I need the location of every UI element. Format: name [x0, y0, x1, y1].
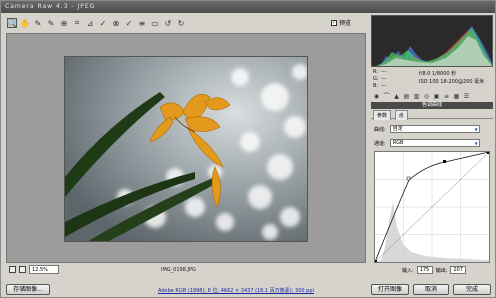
tone-curve-graph[interactable] — [374, 151, 490, 263]
presets-icon[interactable]: ≡ — [443, 93, 450, 100]
tone-curve-panel-icon[interactable]: ⌒ — [383, 93, 390, 100]
zoom-in-icon[interactable] — [19, 266, 26, 273]
info-readout: R: --- G: --- B: --- f/8.0 1/8000 秒 ISO … — [371, 68, 493, 90]
flower-photo — [65, 57, 307, 241]
done-button[interactable]: 完成 — [453, 284, 491, 295]
input-output-fields: 输入: 175 输出: 207 — [374, 265, 490, 275]
detail-panel-icon[interactable]: ▲ — [393, 93, 400, 100]
file-name: IMG_0198.JPG — [161, 267, 196, 273]
output-label: 输出: — [435, 267, 448, 274]
output-field[interactable]: 207 — [450, 266, 467, 274]
window-title: Camera Raw 4.3 - JPEG — [1, 1, 495, 13]
zoom-select[interactable]: 12.5% — [29, 265, 59, 274]
toolbar: 🔍 ✋ ✎ ✎ ⊕ ⌗ ⊿ ✓ ⊗ ✓ ≡ ▭ ↺ ↻ — [4, 15, 366, 31]
curve-select[interactable]: 自定 — [389, 125, 480, 133]
basic-panel-icon[interactable]: ◉ — [373, 93, 380, 100]
spot-removal-tool-icon[interactable]: ✓ — [98, 18, 108, 28]
b-value: --- — [381, 83, 387, 89]
panel-tabs-icons: ◉ ⌒ ▲ ▤ ▥ ◎ ▣ ≡ ▦ ☰ — [371, 91, 493, 101]
white-balance-tool-icon[interactable]: ✎ — [33, 18, 43, 28]
preferences-icon[interactable]: ▭ — [150, 18, 160, 28]
workflow-options-link[interactable]: Adobe RGB (1998); 8 位; 4662 × 3437 (16.1… — [158, 287, 314, 294]
r-value: --- — [381, 69, 387, 75]
straighten-tool-icon[interactable]: ⊿ — [85, 18, 95, 28]
snapshots-icon[interactable]: ▦ — [453, 93, 460, 100]
open-image-button[interactable]: 打开图像 — [371, 284, 409, 295]
adjust-brush-icon[interactable]: ✓ — [124, 18, 134, 28]
tab-point[interactable]: 点 — [394, 110, 408, 120]
color-sampler-tool-icon[interactable]: ✎ — [46, 18, 56, 28]
r-label: R: — [373, 69, 379, 75]
targeted-adjust-tool-icon[interactable]: ⊕ — [59, 18, 69, 28]
curve-field: 曲线: 自定 — [374, 125, 480, 133]
channel-select[interactable]: RGB — [389, 139, 480, 147]
panel-title: 色调曲线 — [371, 102, 493, 109]
panel-menu-icon[interactable]: ☰ — [463, 93, 470, 100]
histogram-graph — [372, 16, 492, 66]
g-value: --- — [381, 76, 387, 82]
input-label: 输入: — [402, 267, 414, 274]
preview-stage — [6, 33, 366, 263]
histogram — [371, 15, 493, 67]
lens-panel-icon[interactable]: ◎ — [423, 93, 430, 100]
iso-info: ISO 100 18-200@200 毫米 — [419, 79, 485, 85]
hsl-panel-icon[interactable]: ▤ — [403, 93, 410, 100]
input-field[interactable]: 175 — [416, 266, 433, 274]
tab-parametric[interactable]: 参数 — [373, 110, 392, 120]
check-icon[interactable]: ✓ — [331, 19, 337, 26]
preview-photo — [64, 56, 308, 242]
channel-label: 通道: — [374, 140, 386, 147]
hand-tool-icon[interactable]: ✋ — [20, 18, 30, 28]
rotate-left-icon[interactable]: ↺ — [163, 18, 173, 28]
tone-curve-editor[interactable] — [374, 151, 490, 263]
cancel-button[interactable]: 取消 — [413, 284, 449, 295]
zoom-tool-icon[interactable]: 🔍 — [7, 18, 17, 28]
b-label: B: — [373, 83, 379, 89]
camera-raw-window: Camera Raw 4.3 - JPEG 🔍 ✋ ✎ ✎ ⊕ ⌗ ⊿ ✓ ⊗ ✓ ≡ ▭ ↺ ↻ ✓ 预… — [0, 0, 496, 298]
save-image-button[interactable]: 存储图像... — [6, 284, 50, 295]
curve-tabs: 参数 点 — [371, 110, 493, 120]
zoom-out-icon[interactable] — [9, 266, 16, 273]
preview-checkbox[interactable]: ✓ 预览 — [331, 18, 351, 27]
g-label: G: — [373, 76, 379, 82]
rotate-right-icon[interactable]: ↻ — [176, 18, 186, 28]
list-icon[interactable]: ≡ — [137, 18, 147, 28]
exposure-info: f/8.0 1/8000 秒 — [419, 71, 457, 77]
red-eye-tool-icon[interactable]: ⊗ — [111, 18, 121, 28]
channel-field: 通道: RGB — [374, 139, 480, 147]
camera-calibration-icon[interactable]: ▣ — [433, 93, 440, 100]
split-toning-panel-icon[interactable]: ▥ — [413, 93, 420, 100]
curve-label: 曲线: — [374, 126, 386, 133]
crop-tool-icon[interactable]: ⌗ — [72, 18, 82, 28]
preview-label: 预览 — [339, 20, 352, 27]
